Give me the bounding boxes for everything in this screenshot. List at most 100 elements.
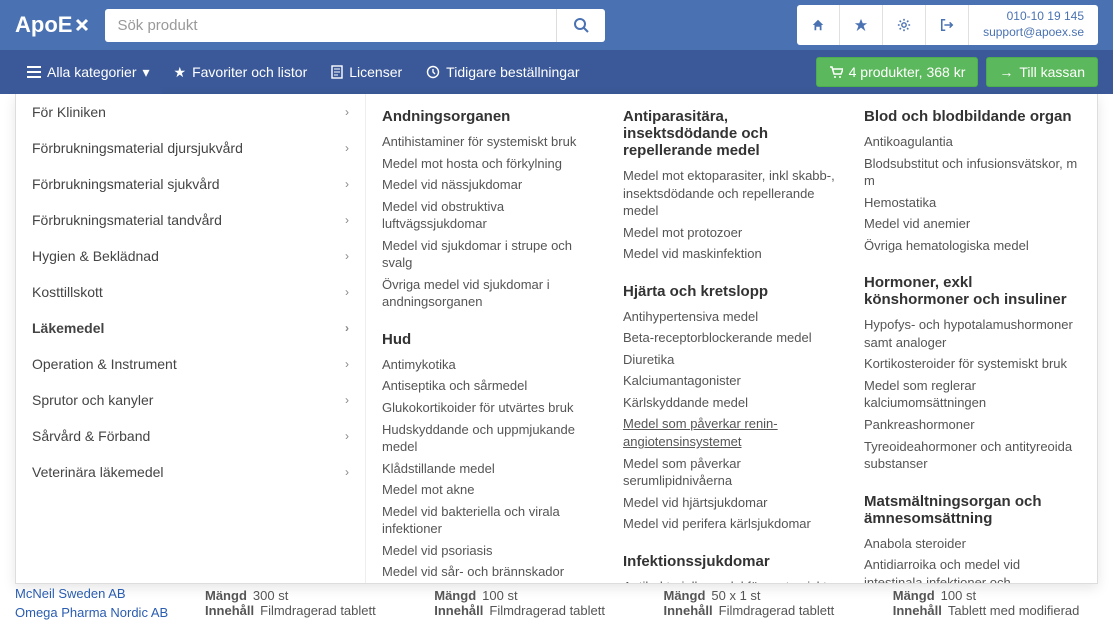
menu-link[interactable]: Tyreoideahormoner och antityreoida subst… xyxy=(856,436,1089,475)
support-phone: 010-10 19 145 xyxy=(983,9,1084,25)
menu-link[interactable]: Antikoagulantia xyxy=(856,131,1089,153)
menu-link[interactable]: Medel mot akne xyxy=(374,479,607,501)
sidebar-item[interactable]: Sprutor och kanyler › xyxy=(16,382,365,418)
menu-link[interactable]: Glukokortikoider för utvärtes bruk xyxy=(374,397,607,419)
search-input[interactable] xyxy=(105,9,556,42)
menu-link[interactable]: Antibakteriella medel för systemiskt bru… xyxy=(615,576,848,583)
menu-link[interactable]: Hypofys- och hypotalamushormoner samt an… xyxy=(856,314,1089,353)
menu-section: Hormoner, exkl könshormoner och insuline… xyxy=(856,272,1089,474)
nav-licenses[interactable]: Licenser xyxy=(319,50,414,94)
nav-favorites[interactable]: ★ Favoriter och listor xyxy=(162,50,320,94)
menu-link[interactable]: Antihypertensiva medel xyxy=(615,306,848,328)
nav-licenses-label: Licenser xyxy=(349,64,402,80)
menu-section-title[interactable]: Matsmältningsorgan och ämnesomsättning xyxy=(856,491,1089,529)
menu-link[interactable]: Blodsubstitut och infusionsvätskor, m m xyxy=(856,153,1089,192)
sidebar-item-label: Hygien & Beklädnad xyxy=(32,248,159,264)
favorites-button[interactable] xyxy=(840,5,883,44)
qty-label: Mängd xyxy=(434,588,476,603)
menu-section-title[interactable]: Hud xyxy=(374,329,607,350)
sidebar-item[interactable]: Veterinära läkemedel› xyxy=(16,454,365,490)
menu-link[interactable]: Beta-receptorblockerande medel xyxy=(615,327,848,349)
menu-column-3: Blod och blodbildande organ Antikoagulant… xyxy=(856,106,1089,571)
checkout-label: Till kassan xyxy=(1019,64,1085,80)
sidebar-item-label: Sprutor och kanyler xyxy=(32,392,153,408)
menu-link[interactable]: Anabola steroider xyxy=(856,533,1089,555)
sidebar-item-label: Sårvård & Förband xyxy=(32,428,150,444)
menu-link[interactable]: Kortikosteroider för systemiskt bruk xyxy=(856,353,1089,375)
menu-link[interactable]: Medel vid bakteriella och virala infekti… xyxy=(374,501,607,540)
menu-link[interactable]: Medel mot protozoer xyxy=(615,222,848,244)
menu-link[interactable]: Medel vid hjärtsjukdomar xyxy=(615,492,848,514)
menu-link[interactable]: Antimykotika xyxy=(374,354,607,376)
menu-link[interactable]: Medel vid sjukdomar i strupe och svalg xyxy=(374,235,607,274)
support-info[interactable]: 010-10 19 145 support@apoex.se xyxy=(969,5,1098,44)
menu-link[interactable]: Kalciumantagonister xyxy=(615,370,848,392)
home-button[interactable] xyxy=(797,5,840,44)
menu-section-title[interactable]: Hormoner, exkl könshormoner och insuline… xyxy=(856,272,1089,310)
menu-link[interactable]: Kärlskyddande medel xyxy=(615,392,848,414)
menu-link[interactable]: Medel vid nässjukdomar xyxy=(374,174,607,196)
menu-sidebar: För Kliniken›Förbrukningsmaterial djursj… xyxy=(16,94,366,583)
chevron-right-icon: › xyxy=(345,141,349,155)
menu-link[interactable]: Medel vid maskinfektion xyxy=(615,243,848,265)
menu-link[interactable]: Klådstillande medel xyxy=(374,458,607,480)
document-icon xyxy=(331,65,343,79)
menu-link[interactable]: Antihistaminer för systemiskt bruk xyxy=(374,131,607,153)
menu-section: Hjärta och kretslopp Antihypertensiva med… xyxy=(615,281,848,535)
menu-link[interactable]: Medel vid psoriasis xyxy=(374,540,607,562)
menu-link[interactable]: Hudskyddande och uppmjukande medel xyxy=(374,419,607,458)
chevron-right-icon: › xyxy=(345,249,349,263)
settings-button[interactable] xyxy=(883,5,926,44)
menu-link[interactable]: Medel som påverkar serumlipidnivåerna xyxy=(615,453,848,492)
cart-label: 4 produkter, 368 kr xyxy=(849,64,966,80)
search-button[interactable] xyxy=(556,9,605,42)
menu-link[interactable]: Antiseptika och sårmedel xyxy=(374,375,607,397)
list-icon xyxy=(27,66,41,78)
menu-section-title[interactable]: Andningsorganen xyxy=(374,106,607,127)
menu-link[interactable]: Diuretika xyxy=(615,349,848,371)
sidebar-item[interactable]: Hygien & Beklädnad › xyxy=(16,238,365,274)
sidebar-item[interactable]: Operation & Instrument› xyxy=(16,346,365,382)
cart-button[interactable]: 4 produkter, 368 kr xyxy=(816,57,979,87)
sidebar-item[interactable]: Förbrukningsmaterial tandvård› xyxy=(16,202,365,238)
sidebar-item[interactable]: För Kliniken › xyxy=(16,94,365,130)
sidebar-item[interactable]: Läkemedel› xyxy=(16,310,365,346)
menu-link[interactable]: Medel mot ektoparasiter, inkl skabb-, in… xyxy=(615,165,848,222)
sidebar-item-label: För Kliniken xyxy=(32,104,106,120)
logo[interactable]: ApoE xyxy=(15,12,90,38)
menu-section-title[interactable]: Infektionssjukdomar xyxy=(615,551,848,572)
menu-section-title[interactable]: Blod och blodbildande organ xyxy=(856,106,1089,127)
menu-link[interactable]: Medel vid perifera kärlsjukdomar xyxy=(615,513,848,535)
chevron-right-icon: › xyxy=(345,393,349,407)
nav-all-categories[interactable]: Alla kategorier ▾ xyxy=(15,50,162,94)
menu-link[interactable]: Antidiarroika och medel vid intestinala … xyxy=(856,554,1089,583)
product-cell: Mängd100 stInnehållTablett med modifiera… xyxy=(893,588,1098,618)
chevron-right-icon: › xyxy=(345,177,349,191)
sidebar-item[interactable]: Kosttillskott› xyxy=(16,274,365,310)
chevron-right-icon: › xyxy=(345,105,349,119)
checkout-button[interactable]: → Till kassan xyxy=(986,57,1098,87)
support-email: support@apoex.se xyxy=(983,25,1084,41)
menu-link[interactable]: Medel mot hosta och förkylning xyxy=(374,153,607,175)
star-icon xyxy=(854,18,868,32)
logout-button[interactable] xyxy=(926,5,969,44)
menu-link[interactable]: Medel vid sår- och brännskador xyxy=(374,561,607,583)
menu-link[interactable]: Pankreashormoner xyxy=(856,414,1089,436)
menu-section-title[interactable]: Hjärta och kretslopp xyxy=(615,281,848,302)
product-cell: Mängd50 x 1 stInnehållFilmdragerad table… xyxy=(664,588,869,618)
menu-link[interactable]: Övriga medel vid sjukdomar i andningsorg… xyxy=(374,274,607,313)
menu-section-title[interactable]: Antiparasitära, insektsdödande och repel… xyxy=(615,106,848,161)
sidebar-item[interactable]: Förbrukningsmaterial sjukvård› xyxy=(16,166,365,202)
sidebar-item[interactable]: Förbrukningsmaterial djursjukvård› xyxy=(16,130,365,166)
menu-link[interactable]: Medel som reglerar kalciumomsättningen xyxy=(856,375,1089,414)
menu-link[interactable]: Övriga hematologiska medel xyxy=(856,235,1089,257)
menu-link[interactable]: Medel vid anemier xyxy=(856,213,1089,235)
menu-link[interactable]: Medel som påverkar renin-angiotensinsyst… xyxy=(615,413,848,452)
content-label: Innehåll xyxy=(664,603,713,618)
sidebar-item[interactable]: Sårvård & Förband› xyxy=(16,418,365,454)
nav-previous-orders[interactable]: Tidigare beställningar xyxy=(414,50,591,94)
content-label: Innehåll xyxy=(434,603,483,618)
chevron-right-icon: › xyxy=(345,357,349,371)
menu-link[interactable]: Hemostatika xyxy=(856,192,1089,214)
menu-link[interactable]: Medel vid obstruktiva luftvägssjukdomar xyxy=(374,196,607,235)
